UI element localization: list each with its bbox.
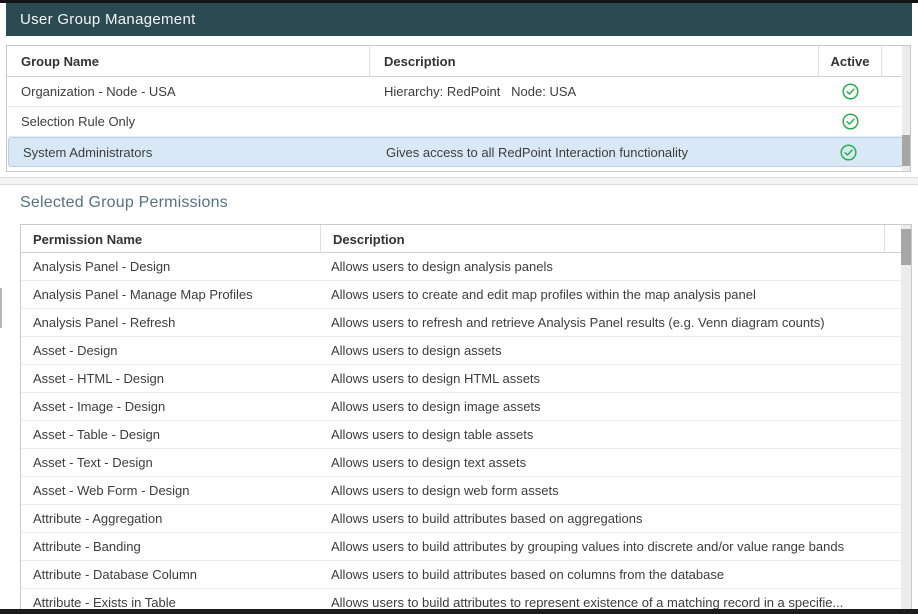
permission-name: Attribute - Banding	[21, 539, 321, 554]
permission-description: Allows users to build attributes to repr…	[321, 595, 885, 610]
permission-name: Analysis Panel - Manage Map Profiles	[21, 287, 321, 302]
page-title: User Group Management	[20, 11, 196, 28]
permission-name: Attribute - Aggregation	[21, 511, 321, 526]
window-bottom-edge	[0, 609, 918, 614]
column-header-active: Active	[819, 46, 882, 77]
permission-row[interactable]: Attribute - Aggregation Allows users to …	[21, 505, 911, 533]
permission-name: Asset - Web Form - Design	[21, 483, 321, 498]
permission-name: Asset - Text - Design	[21, 455, 321, 470]
permission-description: Allows users to design table assets	[321, 427, 885, 442]
permissions-table: Permission Name Description Analysis Pan…	[20, 224, 912, 614]
permission-row[interactable]: Asset - Image - Design Allows users to d…	[21, 393, 911, 421]
permission-row[interactable]: Asset - HTML - Design Allows users to de…	[21, 365, 911, 393]
groups-table-header: Group Name Description Active	[7, 46, 910, 77]
group-description: Hierarchy: RedPoint Node: USA	[370, 84, 819, 99]
permission-description: Allows users to design assets	[321, 343, 885, 358]
groups-table: Group Name Description Active Organizati…	[6, 45, 911, 172]
group-name: Selection Rule Only	[7, 114, 370, 129]
groups-scrollbar-thumb[interactable]	[902, 135, 910, 166]
permission-row[interactable]: Attribute - Banding Allows users to buil…	[21, 533, 911, 561]
left-edge-scroll-fragment	[0, 288, 2, 328]
permission-name: Asset - Design	[21, 343, 321, 358]
column-header-group-name: Group Name	[7, 46, 370, 77]
active-check-icon	[819, 83, 882, 100]
permissions-section-heading: Selected Group Permissions	[20, 194, 228, 212]
group-row-selection-rule-only[interactable]: Selection Rule Only	[7, 107, 910, 137]
group-name: Organization - Node - USA	[7, 84, 370, 99]
permissions-scrollbar-thumb[interactable]	[901, 229, 911, 265]
permission-description: Allows users to design web form assets	[321, 483, 885, 498]
permission-name: Attribute - Exists in Table	[21, 595, 321, 610]
groups-table-scrollbar[interactable]	[902, 46, 910, 171]
permission-name: Asset - HTML - Design	[21, 371, 321, 386]
permission-name: Asset - Table - Design	[21, 427, 321, 442]
permission-name: Attribute - Database Column	[21, 567, 321, 582]
permission-description: Allows users to create and edit map prof…	[321, 287, 885, 302]
permission-name: Analysis Panel - Design	[21, 259, 321, 274]
permission-name: Asset - Image - Design	[21, 399, 321, 414]
permission-description: Allows users to build attributes based o…	[321, 567, 885, 582]
column-header-permission-name: Permission Name	[21, 225, 321, 253]
permissions-table-scrollbar[interactable]	[901, 225, 911, 614]
column-header-description: Description	[370, 46, 819, 77]
active-check-icon	[819, 113, 882, 130]
permission-row[interactable]: Asset - Text - Design Allows users to de…	[21, 449, 911, 477]
group-description: Gives access to all RedPoint Interaction…	[372, 145, 817, 160]
permission-row[interactable]: Analysis Panel - Design Allows users to …	[21, 253, 911, 281]
permission-description: Allows users to build attributes based o…	[321, 511, 885, 526]
permission-row[interactable]: Asset - Web Form - Design Allows users t…	[21, 477, 911, 505]
group-name: System Administrators	[9, 145, 372, 160]
permission-row[interactable]: Analysis Panel - Manage Map Profiles All…	[21, 281, 911, 309]
permission-description: Allows users to design image assets	[321, 399, 885, 414]
titlebar: User Group Management	[6, 3, 912, 36]
group-row-organization-node-usa[interactable]: Organization - Node - USA Hierarchy: Red…	[7, 77, 910, 107]
column-header-description: Description	[321, 225, 885, 253]
permissions-table-header: Permission Name Description	[21, 225, 911, 253]
section-divider	[0, 177, 918, 185]
permission-description: Allows users to refresh and retrieve Ana…	[321, 315, 885, 330]
permission-row[interactable]: Asset - Design Allows users to design as…	[21, 337, 911, 365]
permission-row[interactable]: Attribute - Database Column Allows users…	[21, 561, 911, 589]
active-check-icon	[817, 144, 880, 161]
permission-row[interactable]: Analysis Panel - Refresh Allows users to…	[21, 309, 911, 337]
permission-description: Allows users to design text assets	[321, 455, 885, 470]
group-row-system-administrators-selected[interactable]: System Administrators Gives access to al…	[8, 137, 909, 167]
permission-row[interactable]: Asset - Table - Design Allows users to d…	[21, 421, 911, 449]
permission-description: Allows users to build attributes by grou…	[321, 539, 885, 554]
permission-description: Allows users to design analysis panels	[321, 259, 885, 274]
permission-description: Allows users to design HTML assets	[321, 371, 885, 386]
permission-name: Analysis Panel - Refresh	[21, 315, 321, 330]
